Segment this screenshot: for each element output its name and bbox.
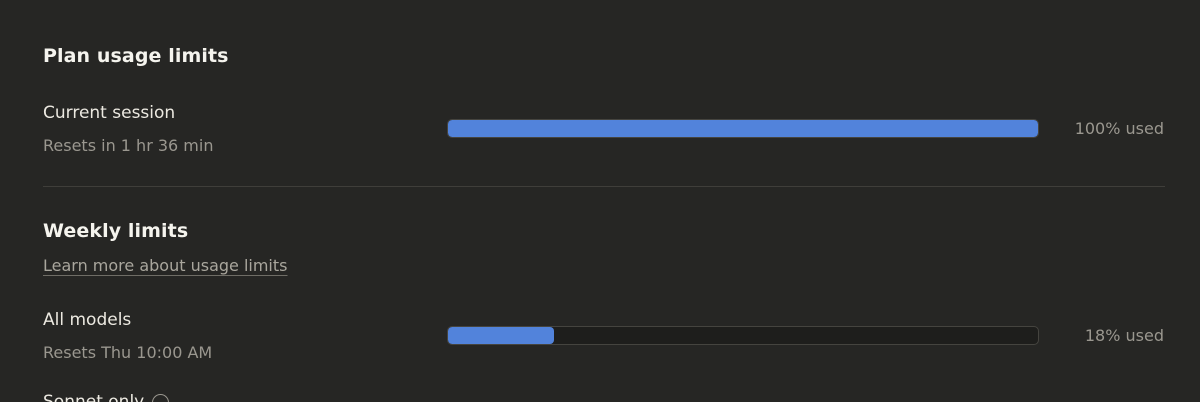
usage-limits-page: Plan usage limits Current session Resets… bbox=[0, 0, 1200, 402]
weekly-limits-title: Weekly limits bbox=[43, 220, 189, 242]
all-models-label: All models bbox=[43, 310, 132, 330]
section-divider bbox=[43, 186, 1165, 187]
next-limit-row: Sonnet only bbox=[43, 392, 170, 402]
info-icon[interactable] bbox=[152, 393, 170, 402]
next-limit-label: Sonnet only bbox=[43, 392, 145, 402]
learn-more-link[interactable]: Learn more about usage limits bbox=[43, 256, 287, 275]
current-session-percent: 100% used bbox=[1074, 119, 1164, 138]
current-session-label: Current session bbox=[43, 103, 176, 123]
all-models-percent: 18% used bbox=[1084, 326, 1164, 345]
all-models-reset: Resets Thu 10:00 AM bbox=[43, 343, 213, 362]
current-session-reset: Resets in 1 hr 36 min bbox=[43, 136, 214, 155]
all-models-progress-bar bbox=[447, 326, 1039, 345]
plan-usage-title: Plan usage limits bbox=[43, 45, 229, 67]
current-session-progress-bar bbox=[447, 119, 1039, 138]
all-models-progress-fill bbox=[448, 327, 555, 344]
current-session-progress-fill bbox=[448, 120, 1038, 137]
